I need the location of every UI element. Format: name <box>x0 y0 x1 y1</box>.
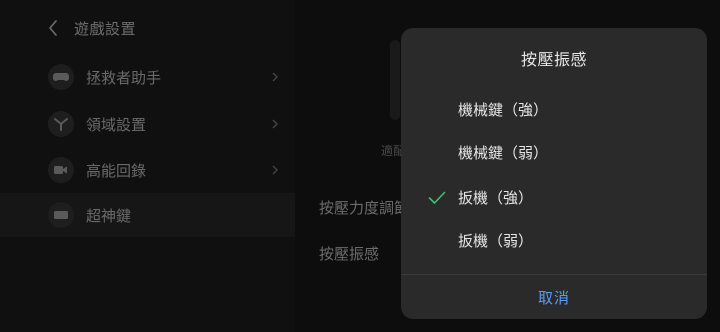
sidebar: 遊戲設置 拯救者助手 領域設置 高能回錄 超神鍵 <box>0 0 295 332</box>
chevron-right-icon <box>270 117 280 131</box>
back-arrow-icon[interactable] <box>46 18 60 38</box>
option-mechanical-weak[interactable]: 機械鍵（弱） <box>401 132 707 172</box>
preview-card <box>390 40 400 120</box>
checkmark-icon <box>428 190 446 204</box>
press-strength-label[interactable]: 按壓力度調節 <box>319 197 409 218</box>
gamepad-icon <box>48 64 74 90</box>
sidebar-item-highlights[interactable]: 高能回錄 <box>48 155 280 185</box>
option-mechanical-strong[interactable]: 機械鍵（強） <box>401 89 707 129</box>
sidebar-item-super-key[interactable]: 超神鍵 <box>0 193 295 237</box>
legion-logo-icon <box>48 111 74 137</box>
keyboard-icon <box>48 202 74 228</box>
option-trigger-weak[interactable]: 扳機（弱） <box>401 220 707 260</box>
sidebar-item-domain[interactable]: 領域設置 <box>48 109 280 139</box>
press-vibration-label[interactable]: 按壓振感 <box>319 243 379 264</box>
option-label: 扳機（弱） <box>458 231 534 250</box>
cancel-button[interactable]: 取消 <box>401 275 707 319</box>
sidebar-item-label: 拯救者助手 <box>86 68 162 87</box>
option-label: 機械鍵（弱） <box>458 143 549 162</box>
option-label: 機械鍵（強） <box>458 100 549 119</box>
screen: 遊戲設置 拯救者助手 領域設置 高能回錄 超神鍵 適配 按壓力度調節 按壓振感 … <box>0 0 720 332</box>
option-label: 扳機（強） <box>458 188 534 207</box>
sidebar-item-label: 超神鍵 <box>86 206 132 225</box>
chevron-right-icon <box>270 163 280 177</box>
video-camera-icon <box>48 157 74 183</box>
sidebar-item-label: 高能回錄 <box>86 161 147 180</box>
dialog-title: 按壓振感 <box>520 50 587 69</box>
sidebar-item-label: 領域設置 <box>86 115 147 134</box>
chevron-right-icon <box>270 70 280 84</box>
header: 遊戲設置 <box>46 14 136 42</box>
vibration-dialog: 按壓振感 機械鍵（強） 機械鍵（弱） 扳機（強） 扳機（弱） 取消 <box>401 28 707 319</box>
option-trigger-strong[interactable]: 扳機（強） <box>401 177 707 217</box>
sidebar-item-assistant[interactable]: 拯救者助手 <box>48 62 280 92</box>
page-title: 遊戲設置 <box>74 19 137 38</box>
